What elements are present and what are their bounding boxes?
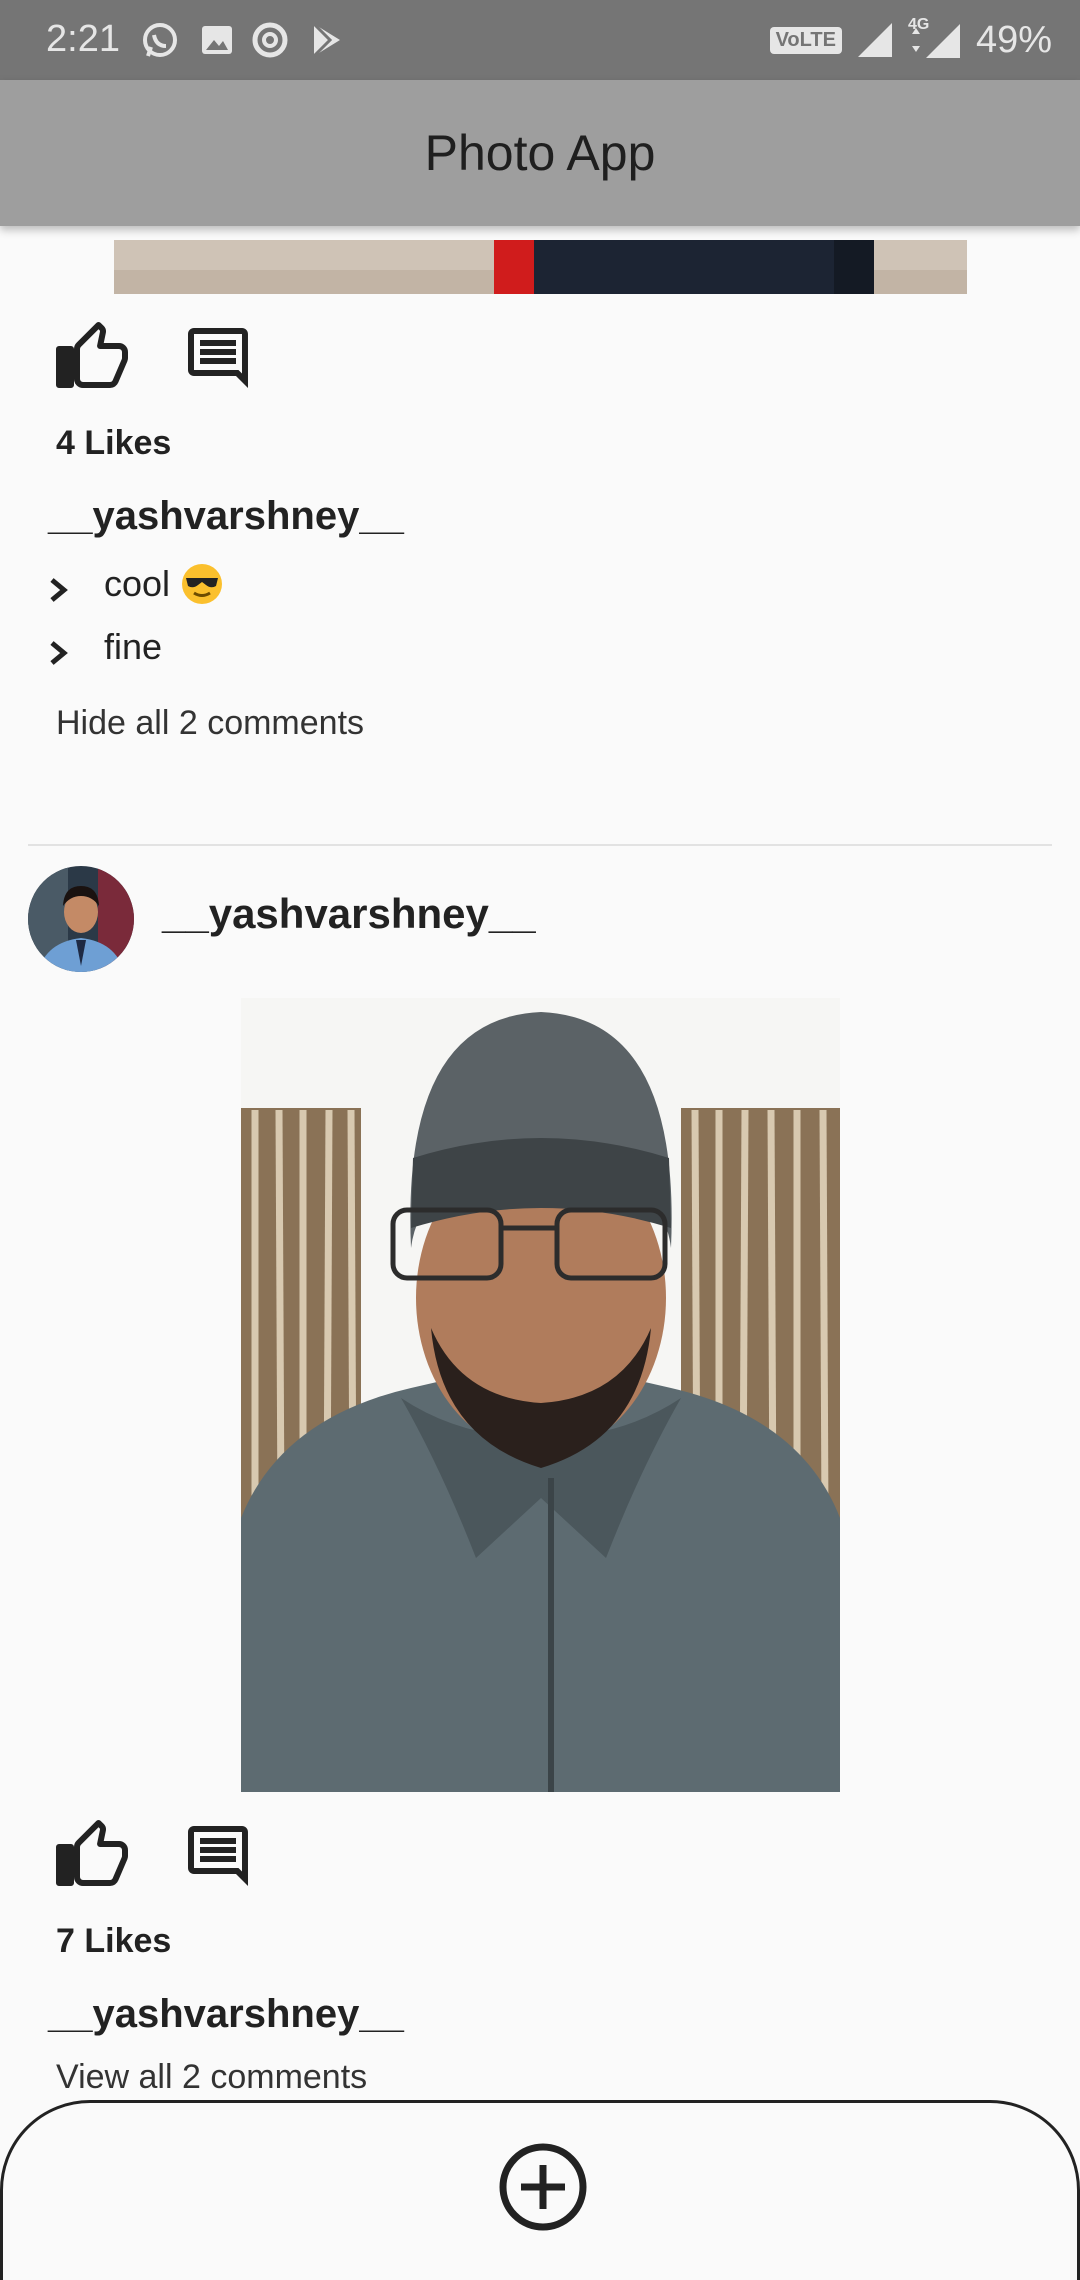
page-title: Photo App bbox=[424, 125, 656, 181]
like-icon[interactable] bbox=[56, 322, 128, 394]
chevron-right-icon bbox=[50, 578, 68, 602]
comment-item[interactable]: fine bbox=[46, 621, 162, 673]
photo-content bbox=[114, 240, 967, 294]
status-bar: 2:21 VoLTE 4G 49% bbox=[0, 0, 1080, 80]
play-store-icon bbox=[312, 22, 340, 58]
status-time: 2:21 bbox=[46, 18, 120, 60]
bottom-bar bbox=[0, 2100, 1080, 2280]
photo-content bbox=[241, 998, 840, 1792]
post-author-name[interactable]: __yashvarshney__ bbox=[162, 890, 536, 938]
post-photo-partial[interactable] bbox=[114, 240, 967, 294]
post-author-caption[interactable]: __yashvarshney__ bbox=[48, 1992, 404, 2037]
volte-badge: VoLTE bbox=[769, 26, 842, 54]
chevron-right-icon bbox=[50, 641, 68, 665]
comment-icon[interactable] bbox=[182, 1820, 254, 1892]
likes-count: 7 Likes bbox=[56, 1922, 172, 1960]
sunglasses-emoji-icon bbox=[182, 564, 223, 604]
view-comments-link[interactable]: View all 2 comments bbox=[56, 2058, 367, 2097]
post-photo[interactable] bbox=[241, 998, 840, 1792]
comment-item[interactable]: cool bbox=[46, 558, 224, 610]
comment-body: fine bbox=[104, 626, 163, 667]
post-divider bbox=[28, 844, 1052, 846]
avatar-image bbox=[28, 866, 134, 972]
whatsapp-icon bbox=[143, 23, 177, 57]
status-right-group: VoLTE 4G 49% bbox=[769, 16, 1052, 62]
likes-count: 4 Likes bbox=[56, 424, 172, 462]
comment-text: cool bbox=[104, 562, 224, 606]
add-circle-icon[interactable] bbox=[499, 2143, 587, 2231]
battery-percent: 49% bbox=[975, 18, 1052, 61]
hide-comments-link[interactable]: Hide all 2 comments bbox=[56, 704, 364, 743]
circle-a-icon bbox=[252, 22, 288, 58]
like-icon[interactable] bbox=[56, 1820, 128, 1892]
post-author-caption[interactable]: __yashvarshney__ bbox=[48, 494, 404, 539]
signal-4g-icon: 4G bbox=[908, 16, 962, 60]
avatar[interactable] bbox=[28, 866, 134, 972]
image-icon bbox=[202, 26, 232, 54]
signal-icon bbox=[857, 23, 892, 57]
comment-icon[interactable] bbox=[182, 322, 254, 394]
app-bar: Photo App bbox=[0, 80, 1080, 226]
comment-body: cool bbox=[104, 563, 171, 604]
